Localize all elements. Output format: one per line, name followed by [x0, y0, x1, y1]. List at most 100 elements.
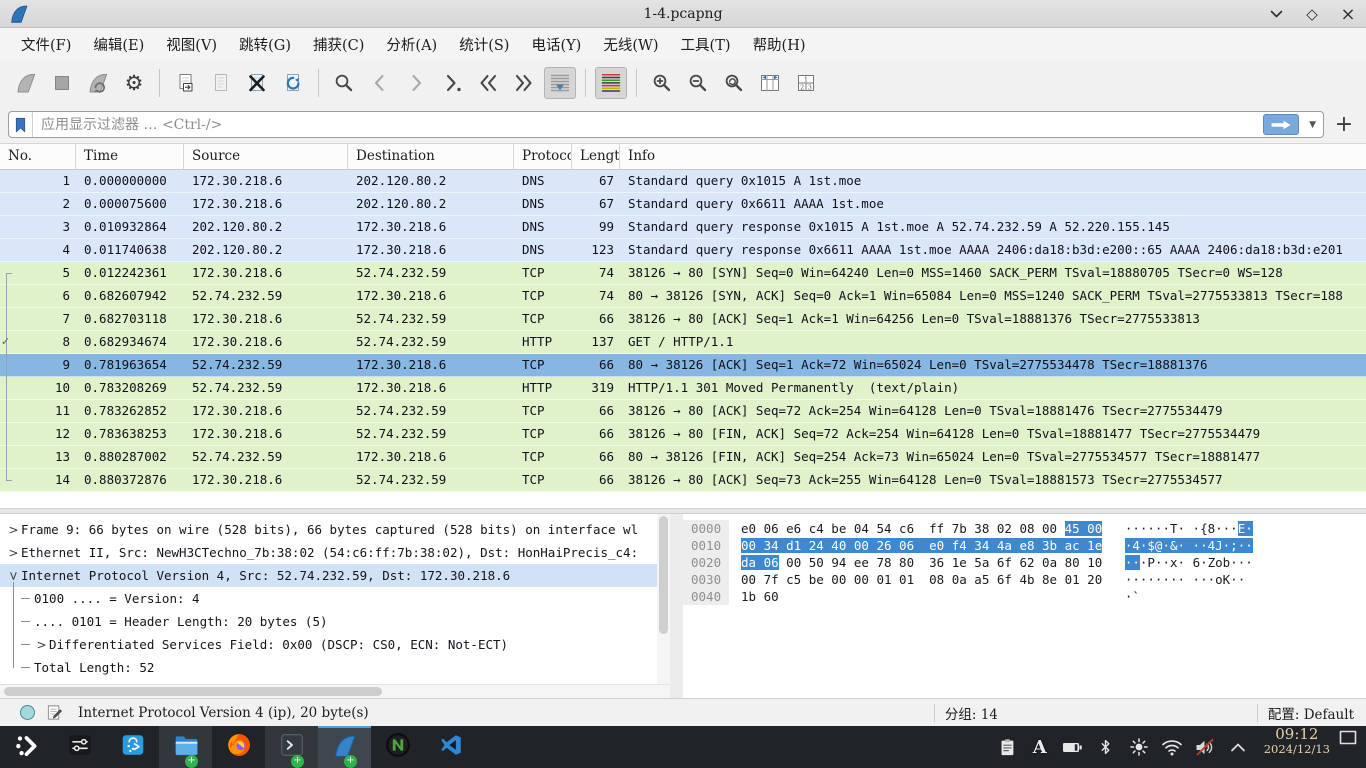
wifi-icon[interactable] [1160, 735, 1184, 759]
hex-row[interactable]: 0000e0 06 e6 c4 be 04 54 c6 ff 7b 38 02 … [683, 520, 1366, 537]
packet-row[interactable]: 50.012242361172.30.218.652.74.232.59TCP7… [0, 262, 1366, 285]
column-header-protocol[interactable]: Protocol [514, 144, 572, 169]
packet-row[interactable]: 40.011740638202.120.80.2172.30.218.6DNS1… [0, 239, 1366, 262]
packet-row[interactable]: 130.88028700252.74.232.59172.30.218.6TCP… [0, 446, 1366, 469]
detail-tree-item[interactable]: 0100 .... = Version: 4 [0, 587, 670, 610]
taskbar-terminal[interactable]: + [265, 726, 318, 768]
packet-row[interactable]: 90.78196365452.74.232.59172.30.218.6TCP6… [0, 354, 1366, 377]
column-header-destination[interactable]: Destination [348, 144, 514, 169]
brightness-icon[interactable] [1127, 735, 1151, 759]
input-method-icon[interactable]: A [1028, 735, 1052, 759]
open-file-button[interactable] [169, 67, 201, 99]
reload-file-button[interactable] [277, 67, 309, 99]
column-header-info[interactable]: Info [620, 144, 1366, 169]
zoom-out-button[interactable] [682, 67, 714, 99]
taskbar-settings[interactable] [53, 726, 106, 768]
column-header-no[interactable]: No. [0, 144, 76, 169]
menu-item-statistics[interactable]: 统计(S) [448, 30, 520, 59]
minimize-button[interactable] [1268, 6, 1284, 22]
volume-muted-icon[interactable] [1193, 735, 1217, 759]
first-packet-button[interactable] [472, 67, 504, 99]
taskbar-firefox[interactable] [212, 726, 265, 768]
packet-row[interactable]: 140.880372876172.30.218.652.74.232.59TCP… [0, 469, 1366, 492]
add-filter-button[interactable]: + [1330, 111, 1358, 139]
app-launcher-icon [14, 732, 40, 762]
close-button[interactable]: × [1340, 6, 1356, 22]
pane-divider[interactable] [670, 514, 683, 698]
detail-tree-item[interactable]: >Frame 9: 66 bytes on wire (528 bits), 6… [0, 518, 670, 541]
expand-icon[interactable]: > [6, 546, 21, 560]
column-header-time[interactable]: Time [76, 144, 184, 169]
battery-icon[interactable] [1061, 735, 1085, 759]
taskbar-app-launcher[interactable] [0, 726, 53, 768]
hex-row[interactable]: 0020da 06 00 50 94 ee 78 80 36 1e 5a 6f … [683, 554, 1366, 571]
hex-row[interactable]: 001000 34 d1 24 40 00 26 06 e0 f4 34 4a … [683, 537, 1366, 554]
menu-item-analyze[interactable]: 分析(A) [375, 30, 448, 59]
colorize-button[interactable] [595, 67, 627, 99]
go-to-packet-button[interactable] [436, 67, 468, 99]
detail-tree-item[interactable]: >Differentiated Services Field: 0x00 (DS… [0, 633, 670, 656]
apply-filter-button[interactable] [1263, 114, 1299, 135]
last-packet-button[interactable] [508, 67, 540, 99]
capture-comment-icon[interactable] [46, 704, 63, 721]
menu-item-go[interactable]: 跳转(G) [228, 30, 302, 59]
packet-row[interactable]: 60.68260794252.74.232.59172.30.218.6TCP7… [0, 285, 1366, 308]
packet-row[interactable]: 120.783638253172.30.218.652.74.232.59TCP… [0, 423, 1366, 446]
clock[interactable]: 09:12 2024/12/13 [1264, 726, 1330, 768]
packet-row[interactable]: 30.010932864202.120.80.2172.30.218.6DNS9… [0, 216, 1366, 239]
hex-ascii: ········ ···oK·· [1125, 572, 1253, 587]
taskbar-app-store[interactable] [106, 726, 159, 768]
packet-row[interactable]: 20.000075600172.30.218.6202.120.80.2DNS6… [0, 193, 1366, 216]
packet-row[interactable]: 110.783262852172.30.218.652.74.232.59TCP… [0, 400, 1366, 423]
menu-item-telephony[interactable]: 电话(Y) [520, 30, 592, 59]
packet-row[interactable]: 100.78320826952.74.232.59172.30.218.6HTT… [0, 377, 1366, 400]
bookmark-icon[interactable] [9, 112, 33, 137]
menu-item-tools[interactable]: 工具(T) [670, 30, 742, 59]
taskbar-vscode[interactable] [424, 726, 477, 768]
taskbar-wireshark[interactable]: + [318, 726, 371, 768]
zoom-in-button[interactable] [646, 67, 678, 99]
zoom-reset-button[interactable] [718, 67, 750, 99]
profile-label[interactable]: 配置: Default [1258, 703, 1366, 723]
collapse-icon[interactable]: > [7, 568, 21, 583]
detail-tree-item[interactable]: >Ethernet II, Src: NewH3CTechno_7b:38:02… [0, 541, 670, 564]
expand-icon[interactable]: > [34, 638, 49, 652]
show-desktop-button[interactable] [1336, 726, 1360, 750]
packet-row[interactable]: 10.000000000172.30.218.6202.120.80.2DNS6… [0, 170, 1366, 193]
column-header-source[interactable]: Source [184, 144, 348, 169]
find-packet-button[interactable] [328, 67, 360, 99]
details-vertical-scrollbar[interactable] [657, 514, 670, 684]
expand-icon[interactable]: > [6, 523, 21, 537]
resize-columns-button[interactable] [754, 67, 786, 99]
packet-row[interactable]: 80.682934674172.30.218.652.74.232.59HTTP… [0, 331, 1366, 354]
filter-dropdown-caret[interactable]: ▼ [1309, 120, 1316, 130]
taskbar-neovim[interactable] [371, 726, 424, 768]
capture-options-button[interactable]: ⚙ [118, 67, 150, 99]
detail-tree-item[interactable]: >Internet Protocol Version 4, Src: 52.74… [0, 564, 670, 587]
bluetooth-icon[interactable] [1094, 735, 1118, 759]
filter-input[interactable] [33, 117, 1323, 133]
layout-button[interactable]: 123 [790, 67, 822, 99]
menu-item-capture[interactable]: 捕获(C) [302, 30, 375, 59]
clipboard-icon[interactable] [995, 735, 1019, 759]
details-horizontal-scrollbar[interactable] [0, 684, 670, 698]
auto-scroll-button[interactable] [544, 67, 576, 99]
menu-item-file[interactable]: 文件(F) [10, 30, 82, 59]
column-header-length[interactable]: Length [572, 144, 620, 169]
menu-item-edit[interactable]: 编辑(E) [82, 30, 155, 59]
close-file-button[interactable] [241, 67, 273, 99]
menu-item-wireless[interactable]: 无线(W) [592, 30, 669, 59]
packet-row[interactable]: 70.682703118172.30.218.652.74.232.59TCP6… [0, 308, 1366, 331]
hex-row[interactable]: 00401b 60 ·` [683, 588, 1366, 605]
chevron-up-icon[interactable] [1226, 735, 1250, 759]
hex-row[interactable]: 003000 7f c5 be 00 00 01 01 08 0a a5 6f … [683, 571, 1366, 588]
taskbar-file-manager[interactable]: + [159, 726, 212, 768]
menu-item-help[interactable]: 帮助(H) [742, 30, 817, 59]
system-tray: A [995, 726, 1258, 768]
detail-tree-item[interactable]: .... 0101 = Header Length: 20 bytes (5) [0, 610, 670, 633]
expert-info-icon[interactable] [20, 705, 35, 720]
menu-item-view[interactable]: 视图(V) [155, 30, 228, 59]
maximize-button[interactable]: ◇ [1304, 6, 1320, 22]
taskbar: +++ A 09:12 2024/12/13 [0, 726, 1366, 768]
detail-tree-item[interactable]: Total Length: 52 [0, 656, 670, 679]
